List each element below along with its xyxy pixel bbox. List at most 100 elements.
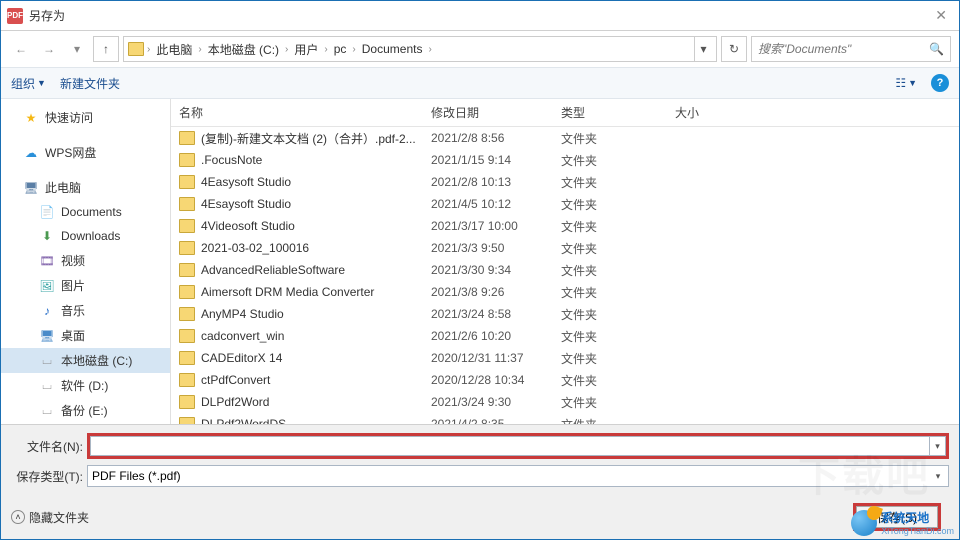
chevron-right-icon: › xyxy=(428,44,431,55)
address-bar[interactable]: › 此电脑 › 本地磁盘 (C:) › 用户 › pc › Documents … xyxy=(123,36,717,62)
folder-icon xyxy=(179,285,195,299)
file-type: 文件夹 xyxy=(561,240,675,257)
sidebar-item[interactable]: ⌴软件 (D:) xyxy=(1,373,170,398)
sidebar-this-pc[interactable]: 🖥此电脑 xyxy=(1,175,170,200)
file-header: 名称 修改日期 类型 大小 xyxy=(171,99,959,127)
search-box[interactable]: 🔍 xyxy=(751,36,951,62)
star-icon: ★ xyxy=(23,110,39,126)
col-size[interactable]: 大小 xyxy=(675,104,959,121)
file-row[interactable]: (复制)-新建文本文档 (2)（合并）.pdf-2...2021/2/8 8:5… xyxy=(171,127,959,149)
file-date: 2021/3/3 9:50 xyxy=(431,241,561,255)
file-row[interactable]: CADEditorX 142020/12/31 11:37文件夹 xyxy=(171,347,959,369)
file-row[interactable]: ctPdfConvert2020/12/28 10:34文件夹 xyxy=(171,369,959,391)
file-row[interactable]: .FocusNote2021/1/15 9:14文件夹 xyxy=(171,149,959,171)
file-row[interactable]: 4Videosoft Studio2021/3/17 10:00文件夹 xyxy=(171,215,959,237)
save-button[interactable]: 保存(S) xyxy=(856,506,938,528)
file-name: cadconvert_win xyxy=(201,329,431,343)
refresh-button[interactable]: ↻ xyxy=(721,36,747,62)
file-date: 2021/3/30 9:34 xyxy=(431,263,561,277)
sidebar-item-label: Documents xyxy=(61,205,122,219)
search-icon[interactable]: 🔍 xyxy=(929,42,944,56)
col-date[interactable]: 修改日期 xyxy=(431,104,561,121)
sidebar-quick-access[interactable]: ★快速访问 xyxy=(1,105,170,130)
file-type: 文件夹 xyxy=(561,394,675,411)
file-row[interactable]: cadconvert_win2021/2/6 10:20文件夹 xyxy=(171,325,959,347)
file-row[interactable]: DLPdf2WordDS2021/4/2 8:35文件夹 xyxy=(171,413,959,424)
pc-icon: 🖥 xyxy=(23,180,39,196)
file-type: 文件夹 xyxy=(561,306,675,323)
recent-dropdown[interactable]: ▾ xyxy=(65,37,89,61)
close-icon[interactable]: ✕ xyxy=(929,7,953,24)
sidebar-item[interactable]: 🖼图片 xyxy=(1,273,170,298)
breadcrumb-seg[interactable]: pc xyxy=(331,42,350,56)
filename-label: 文件名(N): xyxy=(11,438,83,455)
col-type[interactable]: 类型 xyxy=(561,104,675,121)
sidebar-item-label: 桌面 xyxy=(61,327,85,344)
file-row[interactable]: 4Esaysoft Studio2021/4/5 10:12文件夹 xyxy=(171,193,959,215)
chevron-right-icon: › xyxy=(324,44,327,55)
folder-icon xyxy=(128,42,144,56)
file-date: 2021/1/15 9:14 xyxy=(431,153,561,167)
forward-button[interactable]: → xyxy=(37,37,61,61)
file-name: AnyMP4 Studio xyxy=(201,307,431,321)
up-button[interactable]: ↑ xyxy=(93,36,119,62)
back-button[interactable]: ← xyxy=(9,37,33,61)
file-type: 文件夹 xyxy=(561,218,675,235)
organize-menu[interactable]: 组织▼ xyxy=(11,75,46,92)
file-date: 2021/3/24 8:58 xyxy=(431,307,561,321)
sidebar-item-label: 本地磁盘 (C:) xyxy=(61,352,132,369)
sidebar-item-label: 备份 (E:) xyxy=(61,402,108,419)
file-row[interactable]: DLPdf2Word2021/3/24 9:30文件夹 xyxy=(171,391,959,413)
search-input[interactable] xyxy=(758,42,929,56)
folder-icon xyxy=(179,263,195,277)
file-row[interactable]: AdvancedReliableSoftware2021/3/30 9:34文件… xyxy=(171,259,959,281)
folder-icon xyxy=(179,329,195,343)
breadcrumb-root[interactable]: 此电脑 xyxy=(153,41,195,58)
filename-dropdown[interactable]: ▾ xyxy=(930,436,946,456)
sidebar-item-label: Downloads xyxy=(61,229,120,243)
file-row[interactable]: 4Easysoft Studio2021/2/8 10:13文件夹 xyxy=(171,171,959,193)
filetype-combo[interactable]: PDF Files (*.pdf) ▾ xyxy=(87,465,949,487)
help-icon[interactable]: ? xyxy=(931,74,949,92)
music-icon: ♪ xyxy=(39,303,55,319)
sidebar-item[interactable]: 🖥桌面 xyxy=(1,323,170,348)
sidebar-item[interactable]: ⌴ 本地磁盘 (C:) xyxy=(1,348,170,373)
sidebar-wps[interactable]: ☁WPS网盘 xyxy=(1,140,170,165)
file-type: 文件夹 xyxy=(561,174,675,191)
address-dropdown[interactable]: ▾ xyxy=(694,37,712,61)
breadcrumb-seg[interactable]: 用户 xyxy=(291,41,321,58)
filetype-label: 保存类型(T): xyxy=(11,468,83,485)
sidebar-item-label: 音乐 xyxy=(61,302,85,319)
file-list[interactable]: (复制)-新建文本文档 (2)（合并）.pdf-2...2021/2/8 8:5… xyxy=(171,127,959,424)
hide-folders-toggle[interactable]: ˄ 隐藏文件夹 xyxy=(11,509,89,526)
sidebar-item[interactable]: 📄Documents xyxy=(1,200,170,224)
dl-icon: ⬇ xyxy=(39,228,55,244)
chevron-right-icon: › xyxy=(147,44,150,55)
breadcrumb-seg[interactable]: Documents xyxy=(359,42,426,56)
folder-icon xyxy=(179,395,195,409)
col-name[interactable]: 名称 xyxy=(179,104,431,121)
file-row[interactable]: 2021-03-02_1000162021/3/3 9:50文件夹 xyxy=(171,237,959,259)
filename-input[interactable] xyxy=(90,436,930,456)
cloud-icon: ☁ xyxy=(23,145,39,161)
chevron-right-icon: › xyxy=(352,44,355,55)
disk-icon: ⌴ xyxy=(39,353,55,369)
file-type: 文件夹 xyxy=(561,262,675,279)
sidebar-item[interactable]: ⌴备份 (E:) xyxy=(1,398,170,423)
file-name: DLPdf2WordDS xyxy=(201,417,431,424)
sidebar-item[interactable]: ⬇ Downloads xyxy=(1,224,170,248)
sidebar-item[interactable]: ♪ 音乐 xyxy=(1,298,170,323)
file-row[interactable]: Aimersoft DRM Media Converter2021/3/8 9:… xyxy=(171,281,959,303)
file-name: ctPdfConvert xyxy=(201,373,431,387)
breadcrumb-seg[interactable]: 本地磁盘 (C:) xyxy=(205,41,282,58)
new-folder-button[interactable]: 新建文件夹 xyxy=(60,75,120,92)
file-name: DLPdf2Word xyxy=(201,395,431,409)
view-menu[interactable]: ☷▼ xyxy=(895,76,917,90)
file-date: 2021/2/8 10:13 xyxy=(431,175,561,189)
file-row[interactable]: AnyMP4 Studio2021/3/24 8:58文件夹 xyxy=(171,303,959,325)
sidebar-item[interactable]: 🎞视频 xyxy=(1,248,170,273)
folder-icon xyxy=(179,307,195,321)
window-title: 另存为 xyxy=(29,7,929,24)
file-date: 2021/2/6 10:20 xyxy=(431,329,561,343)
folder-icon xyxy=(179,241,195,255)
